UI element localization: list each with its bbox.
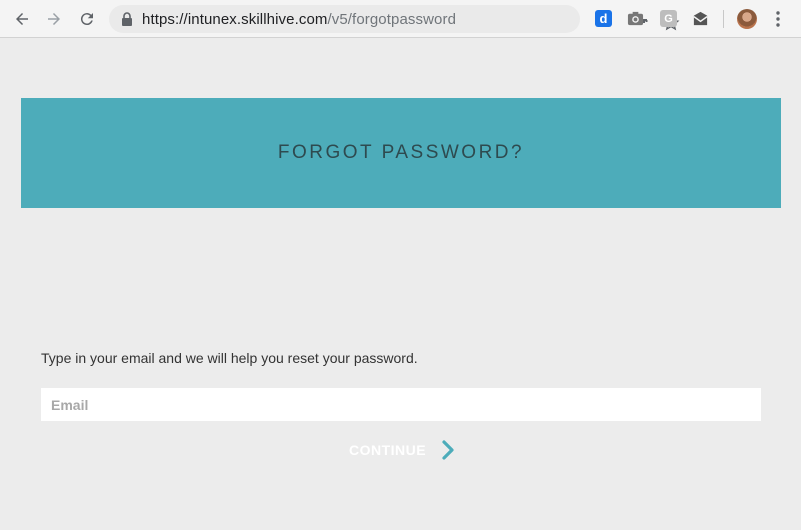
email-field[interactable] <box>41 388 761 421</box>
mail-icon[interactable] <box>692 10 709 27</box>
arrow-left-icon <box>16 13 28 25</box>
browser-toolbar: https://intunex.skillhive.com/v5/forgotp… <box>0 0 801 38</box>
url-text: https://intunex.skillhive.com/v5/forgotp… <box>142 11 456 28</box>
reload-icon <box>80 13 93 26</box>
more-vert-icon[interactable] <box>776 11 780 27</box>
toolbar-divider <box>723 10 724 28</box>
lock-icon <box>122 12 132 26</box>
extension-g-icon[interactable]: G <box>660 10 677 27</box>
page-content: FORGOT PASSWORD? Type in your email and … <box>0 39 801 530</box>
url-path: /v5/forgotpassword <box>327 11 457 28</box>
back-button[interactable] <box>6 0 38 38</box>
profile-avatar[interactable] <box>737 9 757 29</box>
arrow-right-icon <box>48 13 60 25</box>
url-host: https://intunex.skillhive.com <box>142 11 328 28</box>
instructions-text: Type in your email and we will help you … <box>41 350 418 366</box>
forward-button[interactable] <box>38 0 70 38</box>
reload-button[interactable] <box>71 0 103 38</box>
extension-d-icon[interactable]: d <box>595 10 612 27</box>
continue-button[interactable]: CONTINUE <box>349 439 454 461</box>
address-bar[interactable]: https://intunex.skillhive.com/v5/forgotp… <box>109 5 680 33</box>
continue-label: CONTINUE <box>349 442 427 458</box>
camera-icon[interactable] <box>627 10 644 27</box>
extension-d-label: d <box>599 11 608 26</box>
page-title: FORGOT PASSWORD? <box>277 142 525 163</box>
chevron-right-icon <box>442 440 454 460</box>
header-banner: FORGOT PASSWORD? <box>21 98 781 208</box>
extension-g-label: G <box>664 12 673 25</box>
